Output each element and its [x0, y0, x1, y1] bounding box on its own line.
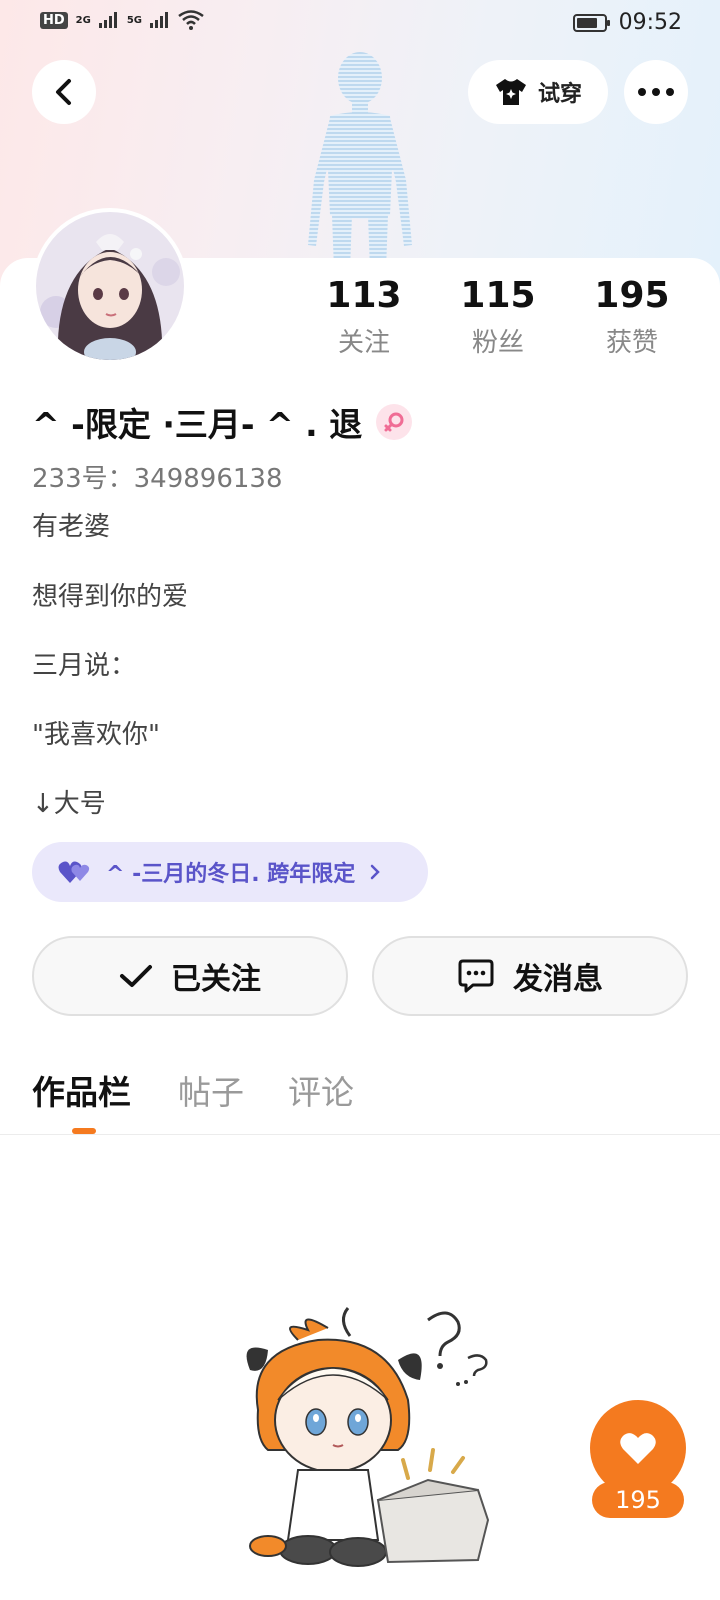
chevron-right-icon: [371, 864, 381, 880]
tab-posts[interactable]: 帖子: [178, 1066, 244, 1114]
signal-icon: [98, 12, 117, 28]
send-message-label: 发消息: [513, 962, 603, 997]
bio-line: 三月说：: [32, 651, 137, 681]
stat-value: 113: [326, 275, 402, 316]
stat-value: 115: [460, 275, 536, 316]
stat-label: 获赞: [605, 328, 658, 358]
bio-line: 有老婆: [32, 512, 111, 542]
back-button[interactable]: [32, 60, 96, 124]
linked-account-chip[interactable]: ^ -三月的冬日. 跨年限定: [32, 842, 428, 902]
hd-badge: HD: [40, 11, 68, 29]
tshirt-icon: [495, 79, 526, 105]
try-on-button[interactable]: 试穿: [468, 60, 608, 124]
try-on-label: 试穿: [537, 82, 582, 107]
followed-label: 已关注: [171, 962, 261, 997]
outfit-avatar-figure[interactable]: [290, 40, 430, 270]
avatar-illustration: [36, 212, 184, 360]
chat-bubble-icon: [458, 959, 494, 993]
linked-account-label: ^ -三月的冬日. 跨年限定: [106, 862, 356, 887]
battery-icon: [572, 13, 610, 32]
bio-line: ↓大号: [32, 789, 106, 819]
status-bar-left: HD 2G 5G: [40, 10, 204, 30]
chevron-left-icon: [56, 79, 71, 105]
tab-works[interactable]: 作品栏: [32, 1066, 131, 1114]
avatar[interactable]: [32, 208, 188, 364]
empty-state-illustration: [246, 1307, 490, 1567]
more-dots-icon: [638, 88, 674, 96]
bio-line: "我喜欢你": [32, 720, 160, 750]
wifi-icon: [178, 10, 204, 30]
signal-label-5g: 5G: [126, 14, 143, 26]
status-bar-right: 09:52: [572, 10, 682, 35]
bio-line: 想得到你的爱: [32, 582, 189, 612]
female-gender-icon: [376, 404, 413, 440]
clock: 09:52: [618, 10, 682, 35]
followed-button[interactable]: 已关注: [32, 936, 348, 1016]
signal-label-2g: 2G: [75, 14, 91, 26]
stat-label: 粉丝: [471, 328, 524, 358]
stat-likes[interactable]: 195 获赞: [572, 275, 692, 359]
stat-label: 关注: [337, 328, 390, 358]
heart-icon: [620, 1433, 656, 1464]
signal-icon: [150, 12, 169, 28]
tab-comments[interactable]: 评论: [288, 1066, 354, 1114]
user-id: 233号：349896138: [32, 464, 283, 494]
more-options-button[interactable]: [624, 60, 688, 124]
status-bar: HD 2G 5G 09:52: [0, 0, 720, 48]
double-heart-icon: [58, 861, 90, 883]
username-row: ^ -限定 ·三月- ^ . 退: [32, 398, 413, 446]
stat-following[interactable]: 113 关注: [304, 275, 424, 359]
username: ^ -限定 ·三月- ^ . 退: [32, 405, 363, 444]
tab-divider: [0, 1134, 720, 1135]
stat-followers[interactable]: 115 粉丝: [438, 275, 558, 359]
like-count-badge: 195: [592, 1482, 684, 1518]
checkmark-icon: [120, 965, 152, 987]
stat-value: 195: [594, 275, 670, 316]
send-message-button[interactable]: 发消息: [372, 936, 688, 1016]
